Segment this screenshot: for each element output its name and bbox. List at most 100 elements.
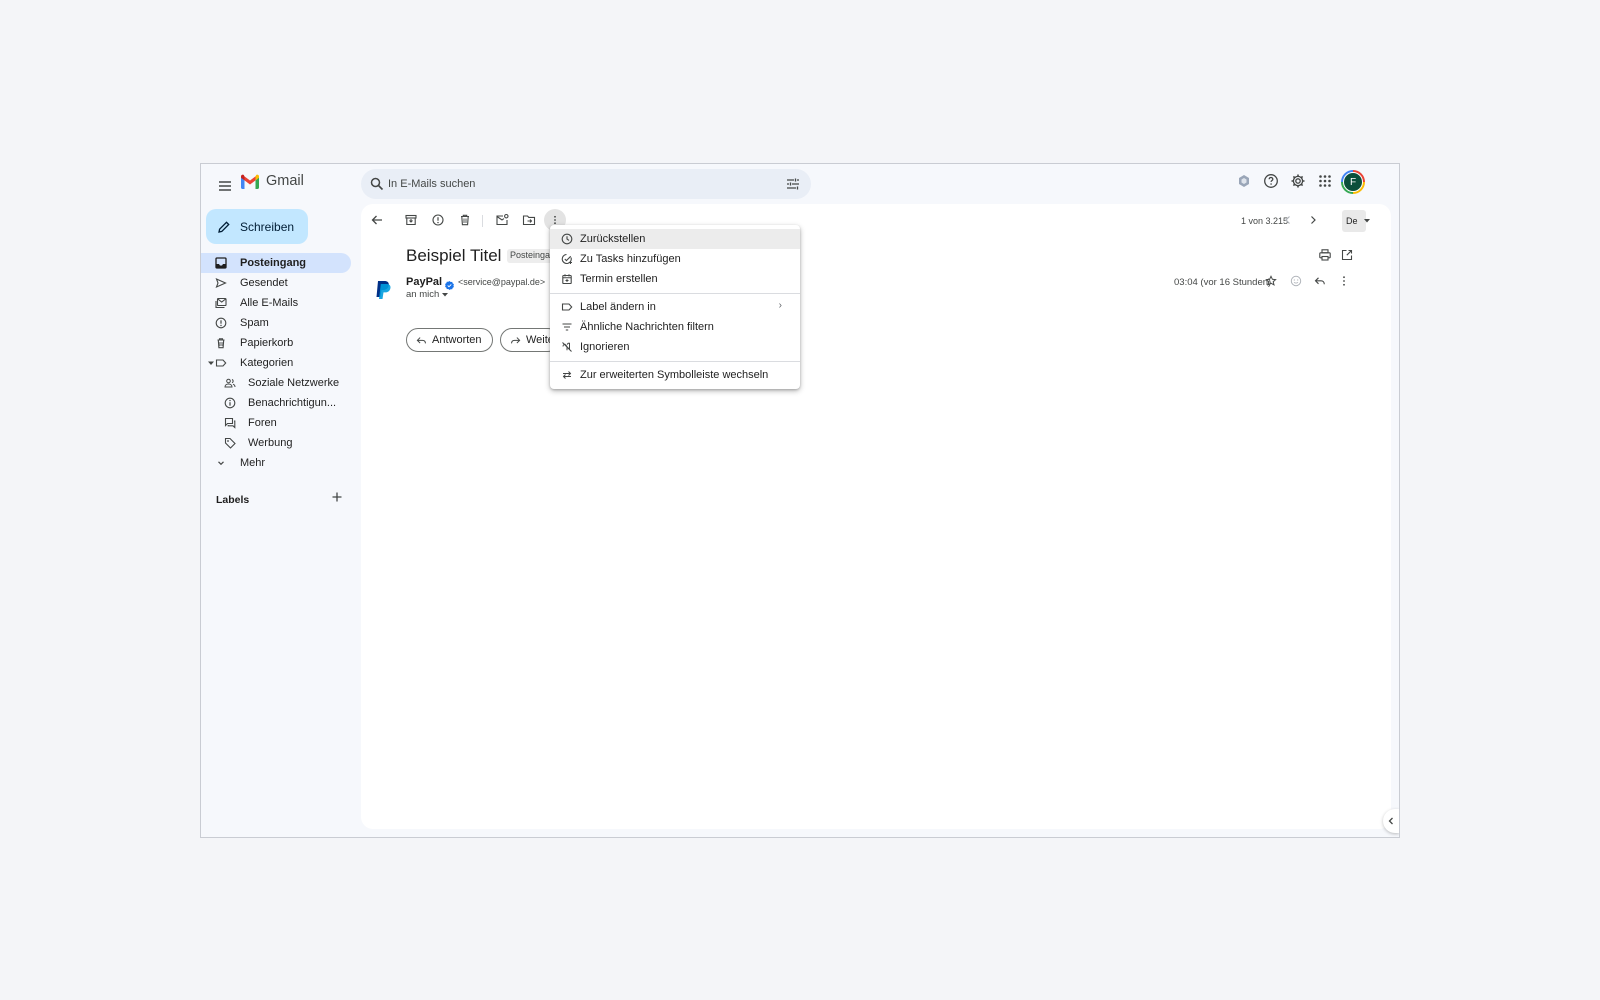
send-icon (215, 277, 227, 289)
sidebar-item-soziale-netzwerke[interactable]: Soziale Netzwerke (201, 373, 351, 393)
gmail-logo[interactable]: Gmail (240, 173, 304, 189)
main-menu-icon[interactable] (213, 174, 237, 198)
compose-label: Schreiben (240, 219, 295, 234)
message-panel: 1 von 3.215 De Beispiel Titel Posteingan… (361, 204, 1391, 829)
recipient-details[interactable]: an mich (406, 289, 449, 300)
back-arrow-icon[interactable] (370, 213, 384, 227)
older-chevron-icon[interactable] (1307, 213, 1319, 227)
tag-icon (224, 437, 236, 449)
sidebar-item-foren[interactable]: Foren (201, 413, 351, 433)
paypal-logo-icon (374, 280, 392, 305)
gmail-m-icon (241, 174, 259, 189)
message-subject: Beispiel Titel (406, 246, 502, 265)
search-bar[interactable]: In E-Mails suchen (361, 169, 811, 199)
account-avatar[interactable]: F (1341, 170, 1365, 194)
spam-icon (215, 317, 227, 329)
trash-icon (215, 337, 227, 349)
chevron-left-icon (1387, 816, 1395, 826)
menu-item-ignorieren[interactable]: Ignorieren (550, 337, 800, 357)
sidebar-item-papierkorb[interactable]: Papierkorb (201, 333, 351, 353)
menu-item-zurueckstellen[interactable]: Zurückstellen (550, 229, 800, 249)
message-more-icon[interactable] (1338, 275, 1350, 287)
search-options-icon[interactable] (785, 176, 801, 192)
sidebar-item-benachrichtigungen[interactable]: Benachrichtigun... (201, 393, 351, 413)
settings-gear-icon[interactable] (1290, 173, 1306, 189)
sidebar-item-label: Alle E-Mails (240, 297, 299, 309)
report-spam-icon[interactable] (431, 213, 445, 227)
label-icon (561, 301, 573, 313)
chevron-down-icon (215, 457, 227, 469)
inbox-label-chip[interactable]: Posteingang (507, 249, 555, 263)
open-in-new-window-icon[interactable] (1340, 248, 1354, 262)
menu-item-tasks[interactable]: Zu Tasks hinzufügen (550, 249, 800, 269)
avatar-initial: F (1343, 172, 1363, 192)
sidebar-item-label: Soziale Netzwerke (248, 377, 340, 389)
sender-email: <service@paypal.de> (458, 277, 546, 287)
newer-chevron-icon[interactable] (1282, 213, 1294, 227)
menu-item-label: Ähnliche Nachrichten filtern (580, 321, 714, 333)
app-name: Gmail (266, 173, 304, 189)
reply-icon[interactable] (1314, 275, 1326, 287)
menu-item-filtern[interactable]: Ähnliche Nachrichten filtern (550, 317, 800, 337)
side-panel-toggle[interactable] (1383, 809, 1399, 833)
sidebar-item-mehr[interactable]: Mehr (201, 453, 351, 473)
sidebar-item-label: Gesendet (240, 277, 288, 289)
add-label-icon[interactable] (330, 490, 344, 504)
sidebar-item-werbung[interactable]: Werbung (201, 433, 351, 453)
menu-item-label: Zurückstellen (580, 233, 646, 245)
compose-button[interactable]: Schreiben (206, 209, 308, 244)
caret-down-icon[interactable] (208, 360, 214, 366)
pencil-icon (217, 220, 231, 234)
sidebar-item-label: Werbung (248, 437, 293, 449)
delete-icon[interactable] (458, 213, 472, 227)
mark-unread-icon[interactable] (495, 213, 509, 227)
caret-down-icon[interactable] (1364, 219, 1370, 223)
sidebar-item-label: Benachrichtigun... (248, 397, 337, 409)
sidebar-item-label: Spam (240, 317, 269, 329)
swap-icon (561, 369, 573, 381)
print-icon[interactable] (1318, 248, 1332, 262)
sidebar-nav: Posteingang Gesendet Alle E-Mails Spam P… (201, 253, 351, 473)
sidebar-item-label: Posteingang (240, 257, 307, 269)
sidebar-item-posteingang[interactable]: Posteingang (201, 253, 351, 273)
info-icon (224, 397, 236, 409)
more-vertical-icon (550, 215, 560, 225)
sidebar-item-label: Mehr (240, 457, 266, 469)
sidebar-item-label: Papierkorb (240, 337, 294, 349)
sidebar-item-gesendet[interactable]: Gesendet (201, 273, 351, 293)
gemini-icon[interactable] (1236, 173, 1252, 189)
all-mail-icon (215, 297, 227, 309)
menu-item-termin[interactable]: Termin erstellen (550, 269, 800, 289)
input-tools-label: De (1346, 216, 1358, 226)
input-tools-button[interactable]: De (1342, 210, 1366, 232)
submenu-chevron-icon: › (778, 300, 782, 311)
add-task-icon (561, 253, 573, 265)
sender-name[interactable]: PayPal (406, 276, 442, 288)
gmail-window: Gmail In E-Mails suchen F Schreiben Post… (200, 163, 1400, 838)
search-input[interactable]: In E-Mails suchen (388, 178, 475, 190)
reply-button[interactable]: Antworten (406, 328, 493, 352)
menu-item-label-aendern[interactable]: Label ändern in › (550, 297, 800, 317)
sidebar-item-alle-e-mails[interactable]: Alle E-Mails (201, 293, 351, 313)
mute-icon (561, 341, 573, 353)
reply-label: Antworten (432, 334, 482, 346)
search-icon[interactable] (369, 176, 385, 192)
move-to-icon[interactable] (522, 213, 536, 227)
sidebar-item-spam[interactable]: Spam (201, 313, 351, 333)
label-icon (215, 357, 227, 369)
menu-item-symbolleiste[interactable]: Zur erweiterten Symbolleiste wechseln (550, 365, 800, 385)
star-icon[interactable] (1265, 275, 1277, 287)
pager-count: 1 von 3.215 (1241, 216, 1289, 226)
reply-icon (416, 335, 427, 346)
sidebar-item-label: Foren (248, 417, 277, 429)
labels-header: Labels (216, 494, 250, 506)
calendar-icon (561, 273, 573, 285)
toolbar-divider (482, 215, 483, 227)
sidebar-item-kategorien[interactable]: Kategorien (201, 353, 351, 373)
apps-grid-icon[interactable] (1317, 173, 1333, 189)
archive-icon[interactable] (404, 213, 418, 227)
help-icon[interactable] (1263, 173, 1279, 189)
forward-icon (510, 335, 521, 346)
filter-icon (561, 321, 573, 333)
emoji-reaction-icon[interactable] (1290, 275, 1302, 287)
